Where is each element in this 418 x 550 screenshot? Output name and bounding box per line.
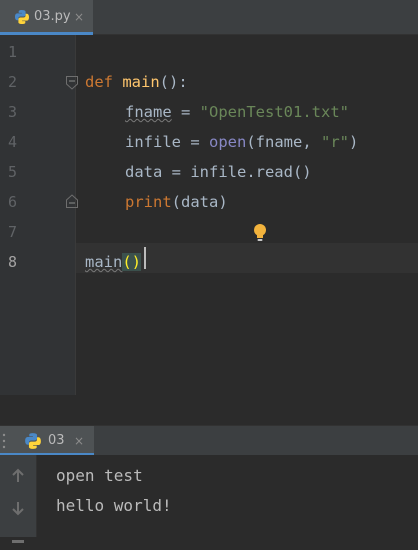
console-toolbar xyxy=(0,455,37,543)
builtin-print: print xyxy=(125,193,172,211)
line-number: 1 xyxy=(7,43,17,61)
line-number: 4 xyxy=(7,133,17,151)
code-line-5: data = infile.read() xyxy=(125,157,312,187)
tab-03-py[interactable]: 03.py × xyxy=(0,0,93,35)
fold-end-icon[interactable] xyxy=(66,193,78,208)
code-punct: (): xyxy=(159,73,188,91)
code-line-3: fname = "OpenTest01.txt" xyxy=(125,97,349,127)
code-assign: infile = xyxy=(125,133,209,151)
brace-match: ) xyxy=(131,253,142,271)
code-punct: ) xyxy=(349,133,359,151)
drag-handle-icon[interactable] xyxy=(2,432,6,450)
function-name: main xyxy=(122,73,160,91)
string-literal: "OpenTest01.txt" xyxy=(199,103,349,121)
brace-match: ( xyxy=(122,253,132,271)
editor-tab-bar: 03.py × xyxy=(0,0,418,35)
line-number: 7 xyxy=(7,223,17,241)
variable-fname: fname xyxy=(125,103,172,121)
code-text: data = infile.read() xyxy=(125,163,312,181)
keyword-def: def xyxy=(85,73,113,91)
code-punct: (data) xyxy=(171,193,228,211)
line-number: 8 xyxy=(7,253,17,271)
tab-label: 03.py xyxy=(34,9,71,24)
function-call: main xyxy=(85,253,123,271)
arrow-up-icon[interactable] xyxy=(9,467,27,485)
builtin-open: open xyxy=(209,133,247,151)
text-cursor xyxy=(144,247,146,269)
line-number: 2 xyxy=(7,73,17,91)
code-line-6: print(data) xyxy=(125,187,228,217)
code-line-4: infile = open(fname, "r") xyxy=(125,127,358,157)
arrow-down-icon[interactable] xyxy=(9,499,27,517)
console-output-line: open test xyxy=(56,466,143,485)
python-file-icon xyxy=(14,9,30,25)
close-icon[interactable]: × xyxy=(74,8,88,26)
run-tool-window-header: 03 × xyxy=(0,425,418,456)
code-editor[interactable]: 1 2 3 4 5 6 7 8 def main(): fname = "Ope… xyxy=(0,35,418,395)
code-line-8: main() xyxy=(85,247,142,277)
wrap-icon[interactable] xyxy=(9,531,27,549)
code-punct: ( xyxy=(246,133,256,151)
console-output-line: hello world! xyxy=(56,496,172,515)
code-assign: = xyxy=(171,103,200,121)
fold-open-icon[interactable] xyxy=(66,75,78,90)
run-tab-label: 03 xyxy=(48,433,65,448)
code-line-2: def main(): xyxy=(85,67,188,97)
line-number: 6 xyxy=(7,193,17,211)
lightbulb-icon[interactable] xyxy=(252,223,268,243)
string-literal: "r" xyxy=(321,133,349,151)
run-console[interactable]: open test hello world! xyxy=(0,455,418,543)
line-number: 3 xyxy=(7,103,17,121)
python-icon xyxy=(24,432,42,450)
tab-run-03[interactable]: 03 × xyxy=(0,426,94,456)
close-icon[interactable]: × xyxy=(74,432,84,450)
code-arg: fname, xyxy=(255,133,321,151)
line-number: 5 xyxy=(7,163,17,181)
